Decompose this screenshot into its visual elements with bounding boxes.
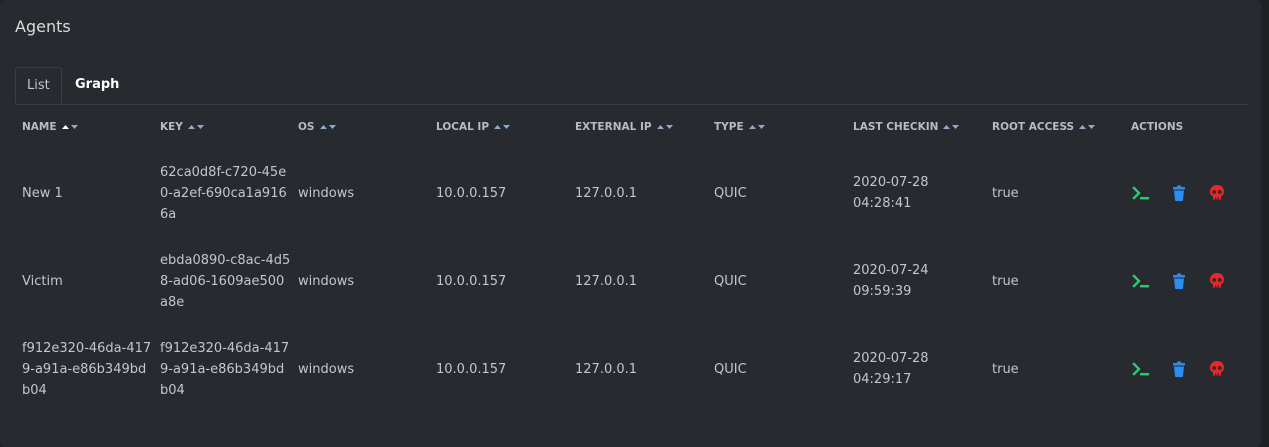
- checkin-date: 2020-07-24: [853, 263, 929, 278]
- agent-actions: [1124, 325, 1247, 413]
- agent-root-access: true: [992, 185, 1019, 201]
- trash-icon[interactable]: [1169, 359, 1189, 379]
- table-row: New 1 62ca0d8f-c720-45e0-a2ef-690ca1a916…: [15, 149, 1247, 237]
- agent-os: windows: [298, 185, 355, 201]
- agent-type: QUIC: [714, 185, 747, 201]
- tab-bar: List Graph: [15, 67, 1247, 105]
- sort-icon[interactable]: [748, 123, 766, 131]
- agent-root-access: true: [992, 361, 1019, 377]
- checkin-time: 04:29:17: [853, 372, 912, 387]
- agent-actions: [1124, 237, 1247, 325]
- sort-icon[interactable]: [1078, 123, 1096, 131]
- column-header-last-checkin[interactable]: LAST CHECKIN: [846, 105, 985, 149]
- column-header-root-access[interactable]: ROOT ACCESS: [985, 105, 1124, 149]
- column-header-external-ip[interactable]: EXTERNAL IP: [568, 105, 707, 149]
- checkin-time: 09:59:39: [853, 284, 912, 299]
- tab-graph[interactable]: Graph: [64, 67, 130, 104]
- agent-os: windows: [298, 273, 355, 289]
- agent-external-ip: 127.0.0.1: [575, 361, 638, 377]
- agent-external-ip: 127.0.0.1: [575, 273, 638, 289]
- checkin-time: 04:28:41: [853, 196, 912, 211]
- agents-panel: Agents List Graph NAME KEY OS LOCAL IP E…: [0, 0, 1261, 447]
- terminal-icon[interactable]: [1131, 271, 1151, 291]
- sort-icon[interactable]: [942, 123, 960, 131]
- agent-key: 62ca0d8f-c720-45e0-a2ef-690ca1a9166a: [160, 164, 287, 222]
- panel-title: Agents: [15, 17, 71, 36]
- trash-icon[interactable]: [1169, 183, 1189, 203]
- column-header-type[interactable]: TYPE: [707, 105, 846, 149]
- agent-local-ip: 10.0.0.157: [436, 273, 507, 289]
- skull-icon[interactable]: [1207, 359, 1227, 379]
- checkin-date: 2020-07-28: [853, 175, 929, 190]
- sort-icon[interactable]: [493, 123, 511, 131]
- agent-key: f912e320-46da-4179-a91a-e86b349bdb04: [160, 340, 290, 398]
- trash-icon[interactable]: [1169, 271, 1189, 291]
- agent-type: QUIC: [714, 361, 747, 377]
- sort-asc-icon[interactable]: [61, 123, 79, 131]
- agent-last-checkin: 2020-07-28 04:28:41: [846, 149, 985, 237]
- table-row: f912e320-46da-4179-a91a-e86b349bdb04 f91…: [15, 325, 1247, 413]
- skull-icon[interactable]: [1207, 183, 1227, 203]
- agent-root-access: true: [992, 273, 1019, 289]
- column-header-name[interactable]: NAME: [15, 105, 153, 149]
- sort-icon[interactable]: [656, 123, 674, 131]
- agent-name: f912e320-46da-4179-a91a-e86b349bdb04: [22, 340, 152, 398]
- column-header-os[interactable]: OS: [291, 105, 429, 149]
- column-header-key[interactable]: KEY: [153, 105, 291, 149]
- agent-local-ip: 10.0.0.157: [436, 185, 507, 201]
- sort-icon[interactable]: [187, 123, 205, 131]
- terminal-icon[interactable]: [1131, 183, 1151, 203]
- table-header-row: NAME KEY OS LOCAL IP EXTERNAL IP TYPE LA…: [15, 105, 1247, 149]
- column-header-actions: ACTIONS: [1131, 121, 1184, 133]
- terminal-icon[interactable]: [1131, 359, 1151, 379]
- agents-table: NAME KEY OS LOCAL IP EXTERNAL IP TYPE LA…: [15, 105, 1247, 413]
- agent-actions: [1124, 149, 1247, 237]
- skull-icon[interactable]: [1207, 271, 1227, 291]
- table-row: Victim ebda0890-c8ac-4d58-ad06-1609ae500…: [15, 237, 1247, 325]
- sort-icon[interactable]: [319, 123, 337, 131]
- column-header-local-ip[interactable]: LOCAL IP: [429, 105, 568, 149]
- agent-last-checkin: 2020-07-28 04:29:17: [846, 325, 985, 413]
- agent-name: Victim: [22, 273, 63, 289]
- agent-type: QUIC: [714, 273, 747, 289]
- agent-last-checkin: 2020-07-24 09:59:39: [846, 237, 985, 325]
- agent-external-ip: 127.0.0.1: [575, 185, 638, 201]
- checkin-date: 2020-07-28: [853, 351, 929, 366]
- agent-name: New 1: [22, 185, 63, 201]
- agent-os: windows: [298, 361, 355, 377]
- agent-local-ip: 10.0.0.157: [436, 361, 507, 377]
- tab-list[interactable]: List: [15, 67, 62, 104]
- agent-key: ebda0890-c8ac-4d58-ad06-1609ae500a8e: [160, 252, 291, 310]
